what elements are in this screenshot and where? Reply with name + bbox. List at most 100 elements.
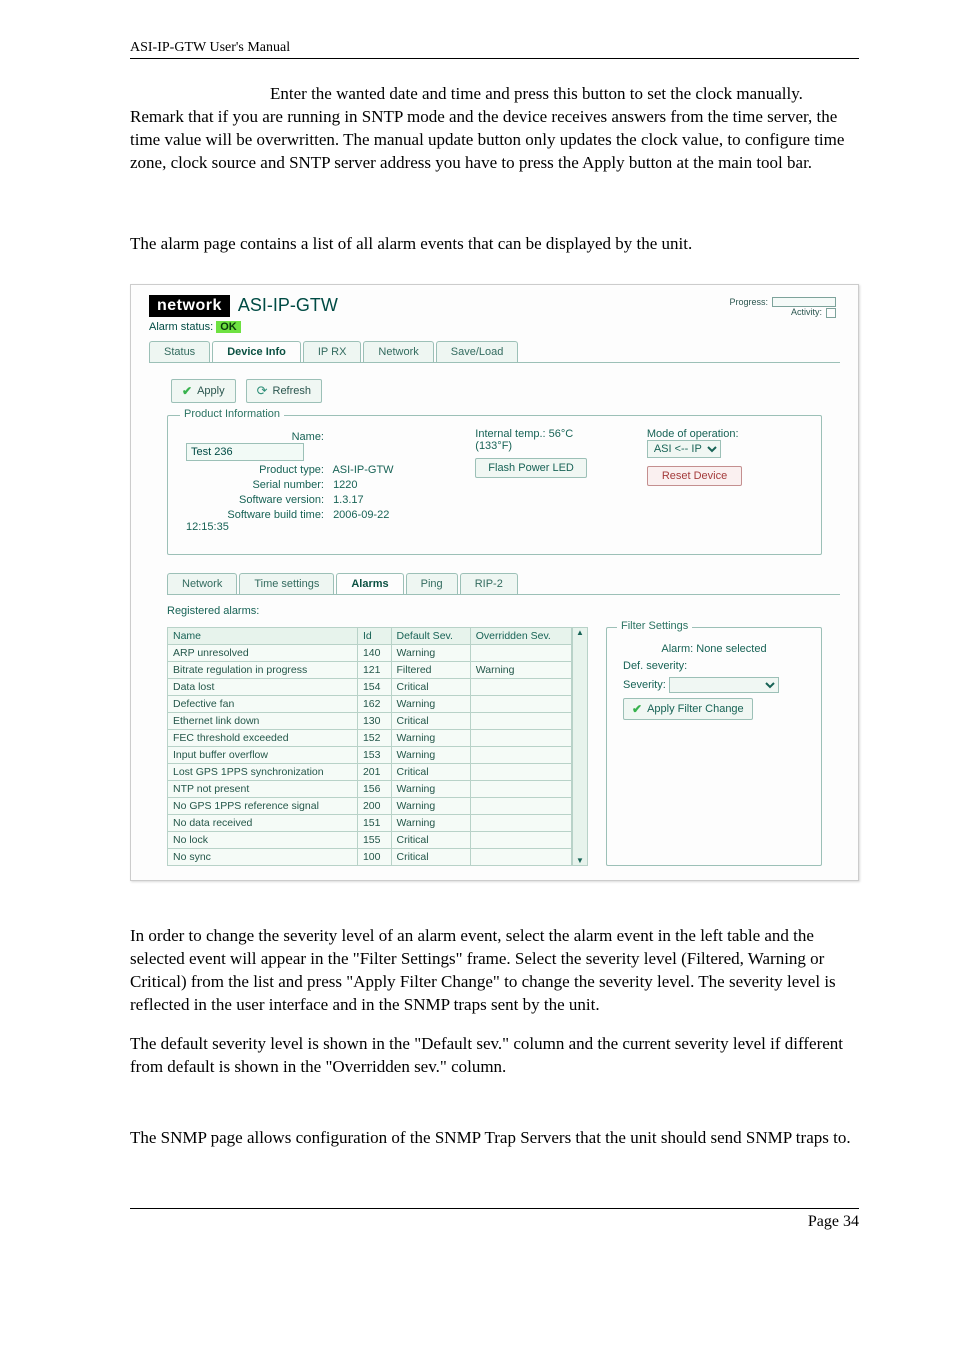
table-cell: Critical — [391, 712, 470, 729]
table-cell: 100 — [357, 848, 391, 865]
scroll-down-icon[interactable]: ▼ — [576, 856, 584, 865]
tab-save-load[interactable]: Save/Load — [436, 341, 519, 362]
col-default-sev[interactable]: Default Sev. — [391, 627, 470, 644]
table-cell: No sync — [168, 848, 358, 865]
table-cell: Defective fan — [168, 695, 358, 712]
name-input[interactable] — [186, 443, 304, 461]
table-cell: Lost GPS 1PPS synchronization — [168, 763, 358, 780]
scrollbar[interactable]: ▲ ▼ — [572, 627, 588, 866]
serial-label: Serial number: — [186, 479, 324, 491]
table-row[interactable]: Data lost154Critical — [168, 678, 572, 695]
tab-ip-rx[interactable]: IP RX — [303, 341, 362, 362]
mtab-rip2[interactable]: RIP-2 — [460, 573, 518, 594]
activity-meter: Progress: Activity: — [729, 297, 836, 318]
page-number: Page 34 — [130, 1213, 859, 1231]
build-label: Software build time: — [186, 509, 324, 521]
table-cell — [470, 763, 571, 780]
product-type-value: ASI-IP-GTW — [332, 464, 393, 476]
table-row[interactable]: Lost GPS 1PPS synchronization201Critical — [168, 763, 572, 780]
table-cell — [470, 678, 571, 695]
mtab-alarms[interactable]: Alarms — [336, 573, 403, 594]
tab-network[interactable]: Network — [363, 341, 433, 362]
table-row[interactable]: No GPS 1PPS reference signal200Warning — [168, 797, 572, 814]
tab-device-info[interactable]: Device Info — [212, 341, 301, 362]
progress-label: Progress: — [729, 297, 768, 307]
table-row[interactable]: ARP unresolved140Warning — [168, 644, 572, 661]
table-cell: ARP unresolved — [168, 644, 358, 661]
table-row[interactable]: No sync100Critical — [168, 848, 572, 865]
table-cell: Critical — [391, 848, 470, 865]
scroll-up-icon[interactable]: ▲ — [576, 628, 584, 637]
table-cell: No GPS 1PPS reference signal — [168, 797, 358, 814]
table-cell: 162 — [357, 695, 391, 712]
table-cell: Warning — [391, 695, 470, 712]
table-row[interactable]: Defective fan162Warning — [168, 695, 572, 712]
table-cell: Warning — [391, 780, 470, 797]
apply-button-label: Apply — [197, 385, 225, 397]
paragraph-5: The SNMP page allows configuration of th… — [130, 1127, 859, 1150]
footer-rule — [130, 1208, 859, 1209]
refresh-icon: ⟳ — [257, 383, 268, 399]
table-cell: Data lost — [168, 678, 358, 695]
table-cell: No lock — [168, 831, 358, 848]
table-row[interactable]: Ethernet link down130Critical — [168, 712, 572, 729]
table-row[interactable]: FEC threshold exceeded152Warning — [168, 729, 572, 746]
registered-alarms-title: Registered alarms: — [167, 605, 840, 617]
check-icon: ✔ — [632, 702, 642, 716]
table-cell: Warning — [391, 746, 470, 763]
table-cell: 154 — [357, 678, 391, 695]
col-id[interactable]: Id — [357, 627, 391, 644]
filter-sev-select[interactable] — [669, 677, 779, 693]
col-overridden-sev[interactable]: Overridden Sev. — [470, 627, 571, 644]
table-cell: Warning — [391, 814, 470, 831]
table-row[interactable]: Input buffer overflow153Warning — [168, 746, 572, 763]
serial-value: 1220 — [333, 479, 357, 491]
apply-filter-button[interactable]: ✔ Apply Filter Change — [623, 698, 753, 720]
mini-tabs: Network Time settings Alarms Ping RIP-2 — [167, 573, 840, 595]
table-cell: 153 — [357, 746, 391, 763]
product-type-label: Product type: — [186, 464, 324, 476]
mode-select[interactable]: ASI <-- IP — [647, 440, 721, 458]
tab-status[interactable]: Status — [149, 341, 210, 362]
table-cell: 151 — [357, 814, 391, 831]
table-row[interactable]: NTP not present156Warning — [168, 780, 572, 797]
mode-label: Mode of operation: — [647, 428, 739, 440]
filter-alarm-label: Alarm: — [661, 643, 693, 655]
table-row[interactable]: No lock155Critical — [168, 831, 572, 848]
paragraph-1: Enter the wanted date and time and press… — [130, 83, 859, 175]
filter-settings-fieldset: Filter Settings Alarm: None selected Def… — [606, 627, 822, 866]
name-label: Name: — [186, 431, 324, 443]
filter-sev-label: Severity: — [623, 679, 666, 691]
table-cell — [470, 848, 571, 865]
paragraph-4: The default severity level is shown in t… — [130, 1033, 859, 1079]
table-cell — [470, 712, 571, 729]
table-row[interactable]: Bitrate regulation in progress121Filtere… — [168, 661, 572, 678]
mtab-ping[interactable]: Ping — [406, 573, 458, 594]
paragraph-2: The alarm page contains a list of all al… — [130, 233, 859, 256]
apply-button[interactable]: ✔ Apply — [171, 379, 236, 403]
check-icon: ✔ — [182, 384, 192, 398]
table-cell: 155 — [357, 831, 391, 848]
alarm-status-badge: OK — [216, 321, 241, 333]
header-rule — [130, 58, 859, 59]
swver-label: Software version: — [186, 494, 324, 506]
internal-temp: Internal temp.: 56°C (133°F) — [475, 428, 603, 452]
mtab-network[interactable]: Network — [167, 573, 237, 594]
mtab-time-settings[interactable]: Time settings — [239, 573, 334, 594]
brand-logo: network — [149, 295, 230, 317]
refresh-button[interactable]: ⟳ Refresh — [246, 379, 322, 403]
table-cell: 152 — [357, 729, 391, 746]
reset-device-button[interactable]: Reset Device — [647, 466, 742, 486]
col-name[interactable]: Name — [168, 627, 358, 644]
table-cell: No data received — [168, 814, 358, 831]
table-cell — [470, 746, 571, 763]
table-cell: 130 — [357, 712, 391, 729]
table-cell: Critical — [391, 763, 470, 780]
table-cell: 201 — [357, 763, 391, 780]
table-cell — [470, 729, 571, 746]
flash-led-button[interactable]: Flash Power LED — [475, 458, 587, 478]
table-cell: Ethernet link down — [168, 712, 358, 729]
table-row[interactable]: No data received151Warning — [168, 814, 572, 831]
table-cell — [470, 780, 571, 797]
alarm-status-label: Alarm status: — [149, 321, 213, 333]
